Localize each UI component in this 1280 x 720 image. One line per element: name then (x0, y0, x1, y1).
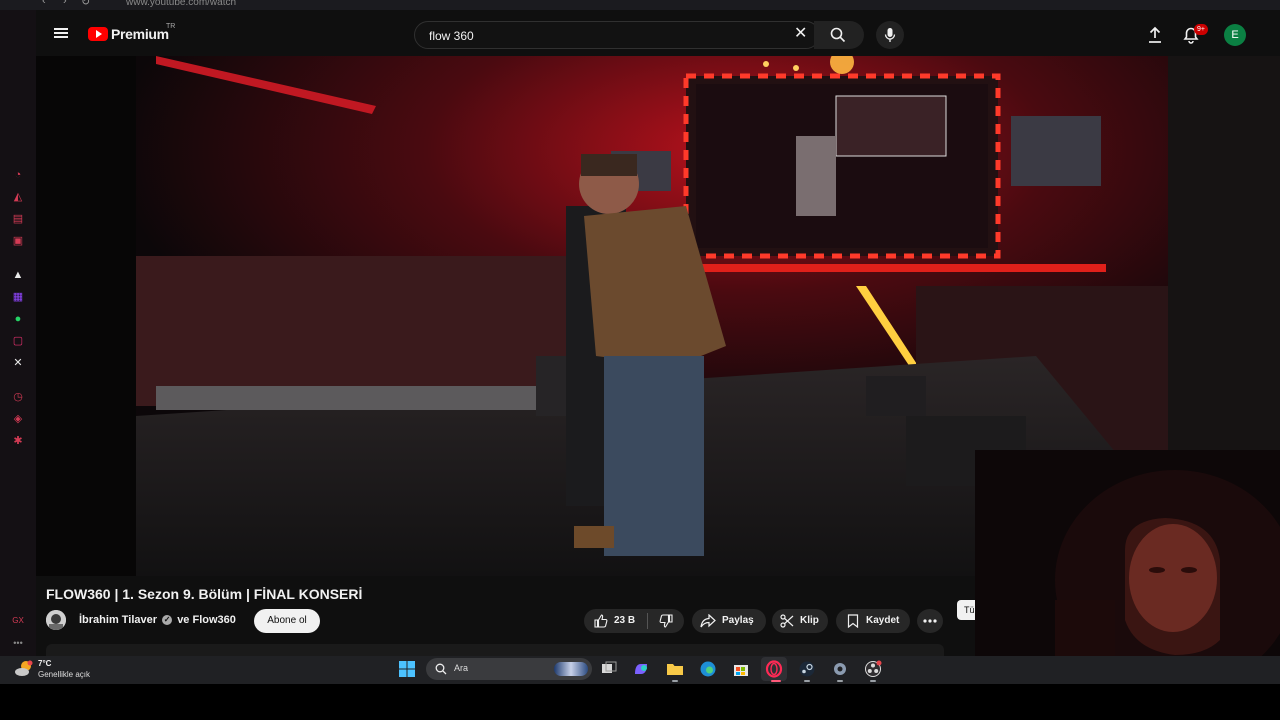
browser-toolbar: ‹ › ↻ www.youtube.com/watch (0, 0, 1280, 10)
player-icon[interactable]: ▣ (11, 234, 25, 248)
address-bar[interactable]: www.youtube.com/watch (126, 0, 236, 8)
share-label: Paylaş (722, 615, 754, 626)
clear-search-icon[interactable]: ✕ (794, 25, 807, 43)
like-button[interactable]: 23 B (584, 609, 646, 633)
gx-corner-icon[interactable]: ▤ (11, 212, 25, 226)
youtube-header: Premium TR ✕ 9+ E (36, 10, 1280, 56)
channel-name[interactable]: İbrahim Tilaver (79, 614, 157, 626)
upload-icon[interactable] (1144, 24, 1166, 46)
verified-icon: ✓ (162, 615, 173, 626)
clip-label: Klip (800, 615, 819, 626)
page-right-edge (1168, 56, 1280, 450)
weather-temperature[interactable]: 7°C (38, 659, 51, 668)
running-indicator (837, 680, 843, 682)
feather-icon[interactable]: ▲ (11, 268, 25, 282)
running-indicator (870, 680, 876, 682)
taskbar-search[interactable]: Ara (426, 658, 592, 680)
task-view-icon[interactable] (600, 660, 618, 678)
notification-badge: 9+ (1194, 24, 1208, 35)
running-indicator (672, 680, 678, 682)
more-horizontal-icon (923, 619, 937, 623)
crypto-wallet-icon[interactable]: ◭ (11, 190, 25, 204)
browser-sidebar: ◔ ◭ ▤ ▣ ▲ ▦ ● ▢ ✕ ◷ ◈ ✱ GX ••• (0, 10, 36, 656)
brand-name[interactable]: Premium (111, 26, 169, 42)
webcam-feed (975, 450, 1280, 680)
subscribe-button[interactable]: Abone ol (254, 609, 320, 633)
share-button[interactable]: Paylaş (692, 609, 766, 633)
youtube-logo-icon[interactable] (88, 27, 108, 41)
search-highlight-image (554, 662, 588, 676)
taskbar-search-placeholder: Ara (454, 663, 469, 673)
x-twitter-icon[interactable]: ✕ (11, 356, 25, 370)
extensions-icon[interactable]: ◈ (11, 412, 25, 426)
video-title: FLOW360 | 1. Sezon 9. Bölüm | FİNAL KONS… (46, 586, 363, 602)
running-indicator (804, 680, 810, 682)
screen-bottom-bar (0, 684, 1280, 720)
history-icon[interactable]: ◷ (11, 390, 25, 404)
collab-channel[interactable]: ve Flow360 (177, 614, 236, 626)
save-button[interactable]: Kaydet (836, 609, 910, 633)
forward-icon[interactable]: › (63, 0, 67, 7)
windows-start-icon[interactable] (398, 660, 416, 678)
file-explorer-icon[interactable] (666, 660, 684, 678)
dislike-button[interactable] (648, 609, 684, 633)
weather-icon[interactable] (14, 660, 34, 678)
settings-gear-icon[interactable] (831, 660, 849, 678)
filter-chip-all[interactable]: Tü (957, 600, 977, 620)
clip-button[interactable]: Klip (772, 609, 828, 633)
steam-icon[interactable] (798, 660, 816, 678)
settings-icon[interactable]: ✱ (11, 434, 25, 448)
channel-avatar[interactable] (46, 610, 66, 630)
gx-logo-icon: GX (12, 616, 24, 625)
instagram-icon[interactable]: ▢ (11, 334, 25, 348)
copilot-icon[interactable] (632, 660, 650, 678)
search-icon (435, 663, 447, 675)
like-dislike-group: 23 B (584, 609, 684, 633)
more-icon[interactable]: ••• (11, 636, 25, 650)
like-icon (594, 614, 608, 628)
search-field[interactable] (414, 21, 820, 49)
active-indicator (771, 680, 781, 682)
search-input[interactable] (427, 27, 791, 45)
weather-description[interactable]: Genellikle açık (38, 670, 90, 679)
save-icon (847, 614, 859, 628)
reload-icon[interactable]: ↻ (81, 0, 90, 8)
microphone-icon (884, 28, 896, 42)
opera-gx-icon[interactable] (765, 660, 783, 678)
more-actions-button[interactable] (917, 609, 943, 633)
save-label: Kaydet (866, 615, 900, 626)
like-count: 23 B (614, 615, 636, 626)
search-button[interactable] (814, 21, 864, 49)
search-icon (830, 27, 846, 43)
twitch-icon[interactable]: ▦ (11, 290, 25, 304)
edge-icon[interactable] (699, 660, 717, 678)
back-icon[interactable]: ‹ (42, 0, 46, 7)
description-box[interactable] (46, 644, 944, 656)
channel-info[interactable]: İbrahim Tilaver ✓ ve Flow360 (79, 614, 236, 626)
aria-icon[interactable]: ◔ (11, 168, 25, 182)
menu-icon[interactable] (54, 28, 68, 38)
dislike-icon (659, 614, 673, 628)
share-icon (700, 614, 716, 628)
scissors-icon (780, 614, 794, 628)
obs-icon[interactable] (864, 660, 882, 678)
country-code: TR (166, 23, 176, 30)
webcam-overlay (975, 450, 1280, 680)
whatsapp-icon[interactable]: ● (11, 312, 25, 326)
account-avatar[interactable]: E (1224, 24, 1246, 46)
voice-search-button[interactable] (876, 21, 904, 49)
microsoft-store-icon[interactable] (732, 660, 750, 678)
